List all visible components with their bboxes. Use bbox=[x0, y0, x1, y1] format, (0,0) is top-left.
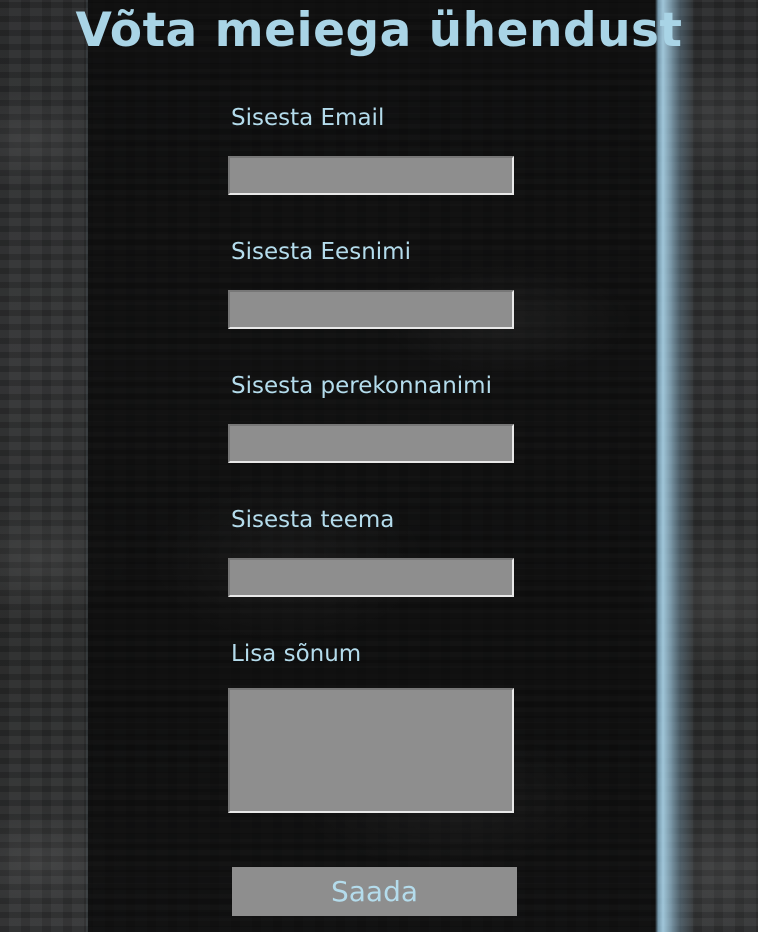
page-title: Võta meiega ühendust bbox=[75, 3, 683, 58]
message-label: Lisa sõnum bbox=[231, 641, 362, 667]
subject-label: Sisesta teema bbox=[231, 507, 395, 533]
last-name-input[interactable] bbox=[228, 424, 514, 463]
first-name-input[interactable] bbox=[228, 290, 514, 329]
submit-button[interactable]: Saada bbox=[232, 867, 517, 916]
first-name-label: Sisesta Eesnimi bbox=[231, 239, 411, 265]
panel-right-glow bbox=[655, 0, 695, 932]
message-textarea[interactable] bbox=[228, 688, 514, 813]
email-label: Sisesta Email bbox=[231, 105, 385, 131]
last-name-label: Sisesta perekonnanimi bbox=[231, 373, 492, 399]
subject-input[interactable] bbox=[228, 558, 514, 597]
email-input[interactable] bbox=[228, 156, 514, 195]
